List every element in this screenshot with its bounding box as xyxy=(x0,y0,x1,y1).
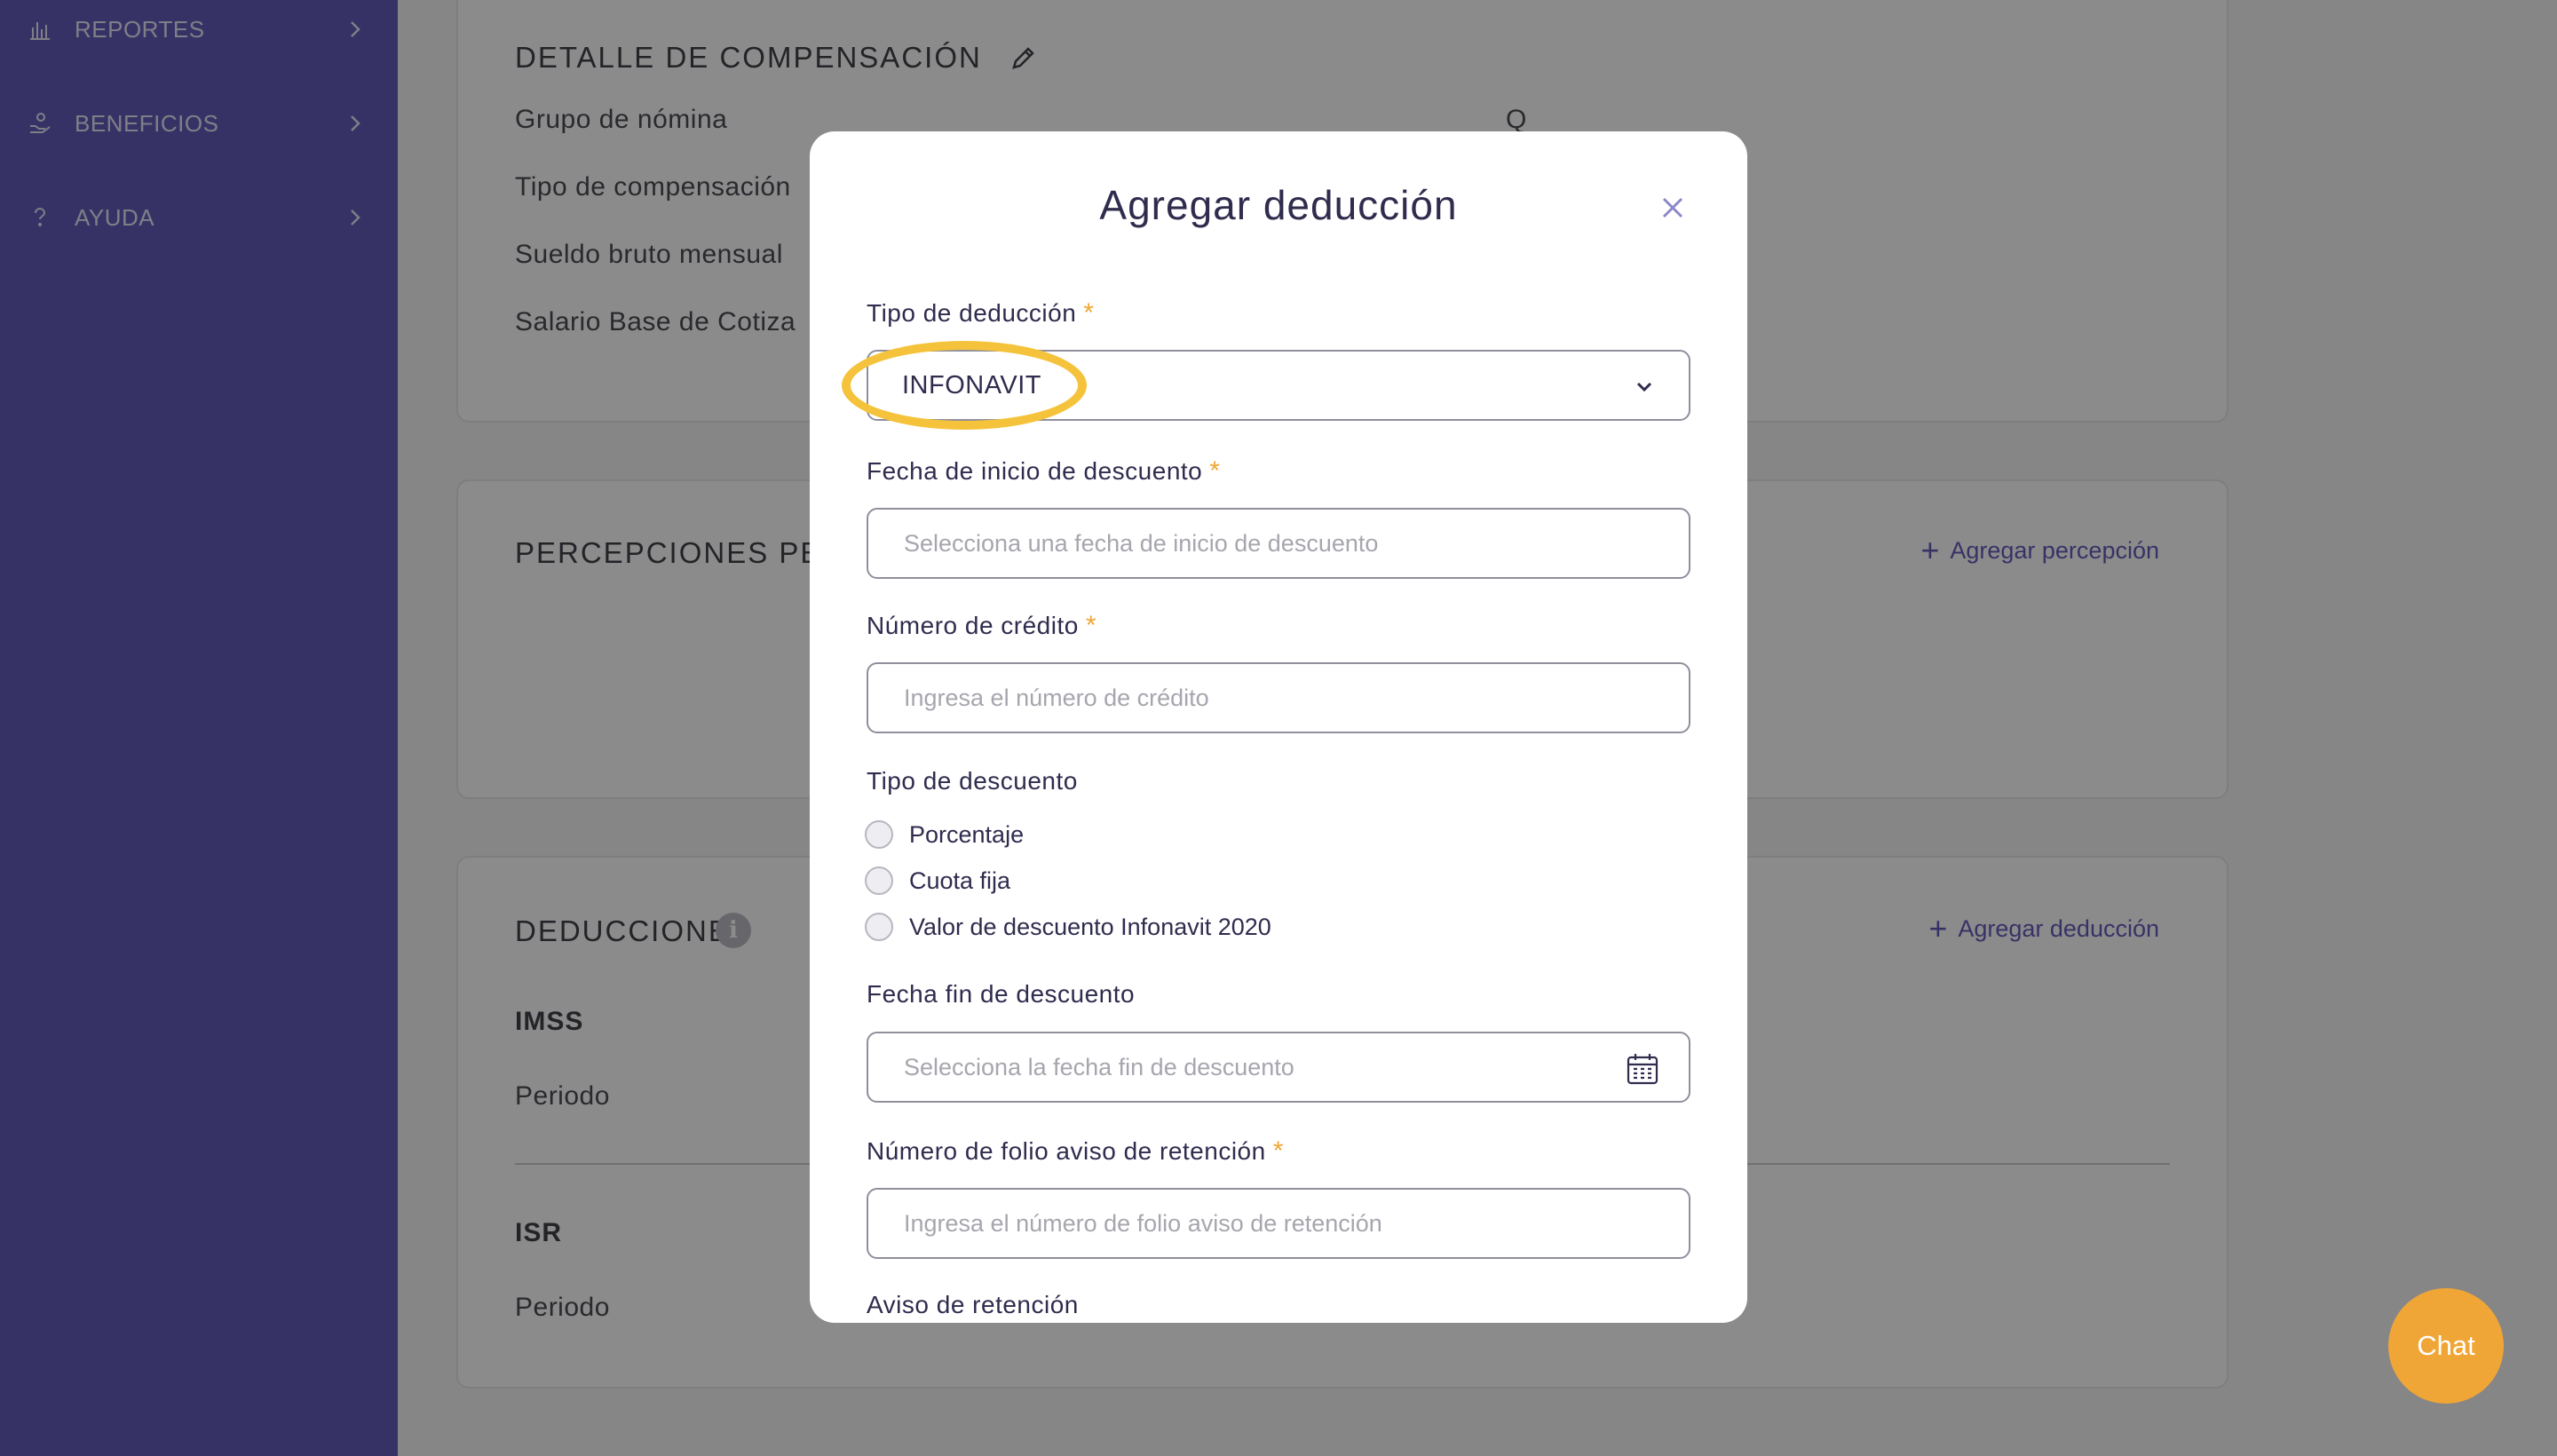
deduction-type-label: Tipo de deducción * xyxy=(867,298,1094,328)
retention-notice-label: Aviso de retención xyxy=(867,1291,1079,1319)
close-icon[interactable] xyxy=(1658,194,1687,222)
required-mark: * xyxy=(1272,1136,1284,1166)
deduction-type-value: INFONAVIT xyxy=(902,370,1042,400)
chat-button[interactable]: Chat xyxy=(2388,1288,2504,1404)
folio-label-text: Número de folio aviso de retención xyxy=(867,1137,1266,1165)
radio-label: Cuota fija xyxy=(909,866,1011,894)
radio-valor-infonavit-2020[interactable]: Valor de descuento Infonavit 2020 xyxy=(865,913,1271,941)
credit-number-label: Número de crédito * xyxy=(867,611,1096,641)
add-deduction-modal: Agregar deducción Tipo de deducción * INF… xyxy=(810,131,1747,1323)
retention-notice-label-text: Aviso de retención xyxy=(867,1291,1079,1318)
modal-title: Agregar deducción xyxy=(1099,182,1458,228)
folio-input[interactable] xyxy=(904,1209,1689,1238)
radio-button[interactable] xyxy=(865,866,893,895)
discount-type-label: Tipo de descuento xyxy=(867,767,1078,795)
end-date-field[interactable] xyxy=(867,1032,1690,1103)
required-mark: * xyxy=(1209,456,1221,486)
radio-cuota-fija[interactable]: Cuota fija xyxy=(865,866,1010,895)
start-date-field[interactable] xyxy=(867,508,1690,579)
folio-field[interactable] xyxy=(867,1188,1690,1259)
deduction-type-label-text: Tipo de deducción xyxy=(867,299,1077,327)
radio-button[interactable] xyxy=(865,913,893,941)
radio-porcentaje[interactable]: Porcentaje xyxy=(865,820,1024,849)
start-date-label: Fecha de inicio de descuento * xyxy=(867,456,1220,487)
end-date-label: Fecha fin de descuento xyxy=(867,980,1135,1009)
credit-number-label-text: Número de crédito xyxy=(867,612,1079,639)
required-mark: * xyxy=(1085,611,1097,640)
credit-number-input[interactable] xyxy=(904,684,1689,712)
radio-button[interactable] xyxy=(865,820,893,849)
calendar-icon[interactable] xyxy=(1625,1051,1660,1087)
deduction-type-select[interactable]: INFONAVIT xyxy=(867,350,1690,421)
end-date-label-text: Fecha fin de descuento xyxy=(867,980,1136,1008)
required-mark: * xyxy=(1083,298,1095,328)
radio-label: Valor de descuento Infonavit 2020 xyxy=(909,913,1271,940)
credit-number-field[interactable] xyxy=(867,662,1690,733)
start-date-input[interactable] xyxy=(904,529,1689,558)
chat-label: Chat xyxy=(2417,1330,2475,1361)
discount-type-label-text: Tipo de descuento xyxy=(867,767,1078,795)
chevron-down-icon xyxy=(1636,382,1652,392)
start-date-label-text: Fecha de inicio de descuento xyxy=(867,457,1203,485)
end-date-input[interactable] xyxy=(904,1053,1689,1081)
radio-label: Porcentaje xyxy=(909,820,1025,848)
folio-label: Número de folio aviso de retención * xyxy=(867,1136,1284,1167)
